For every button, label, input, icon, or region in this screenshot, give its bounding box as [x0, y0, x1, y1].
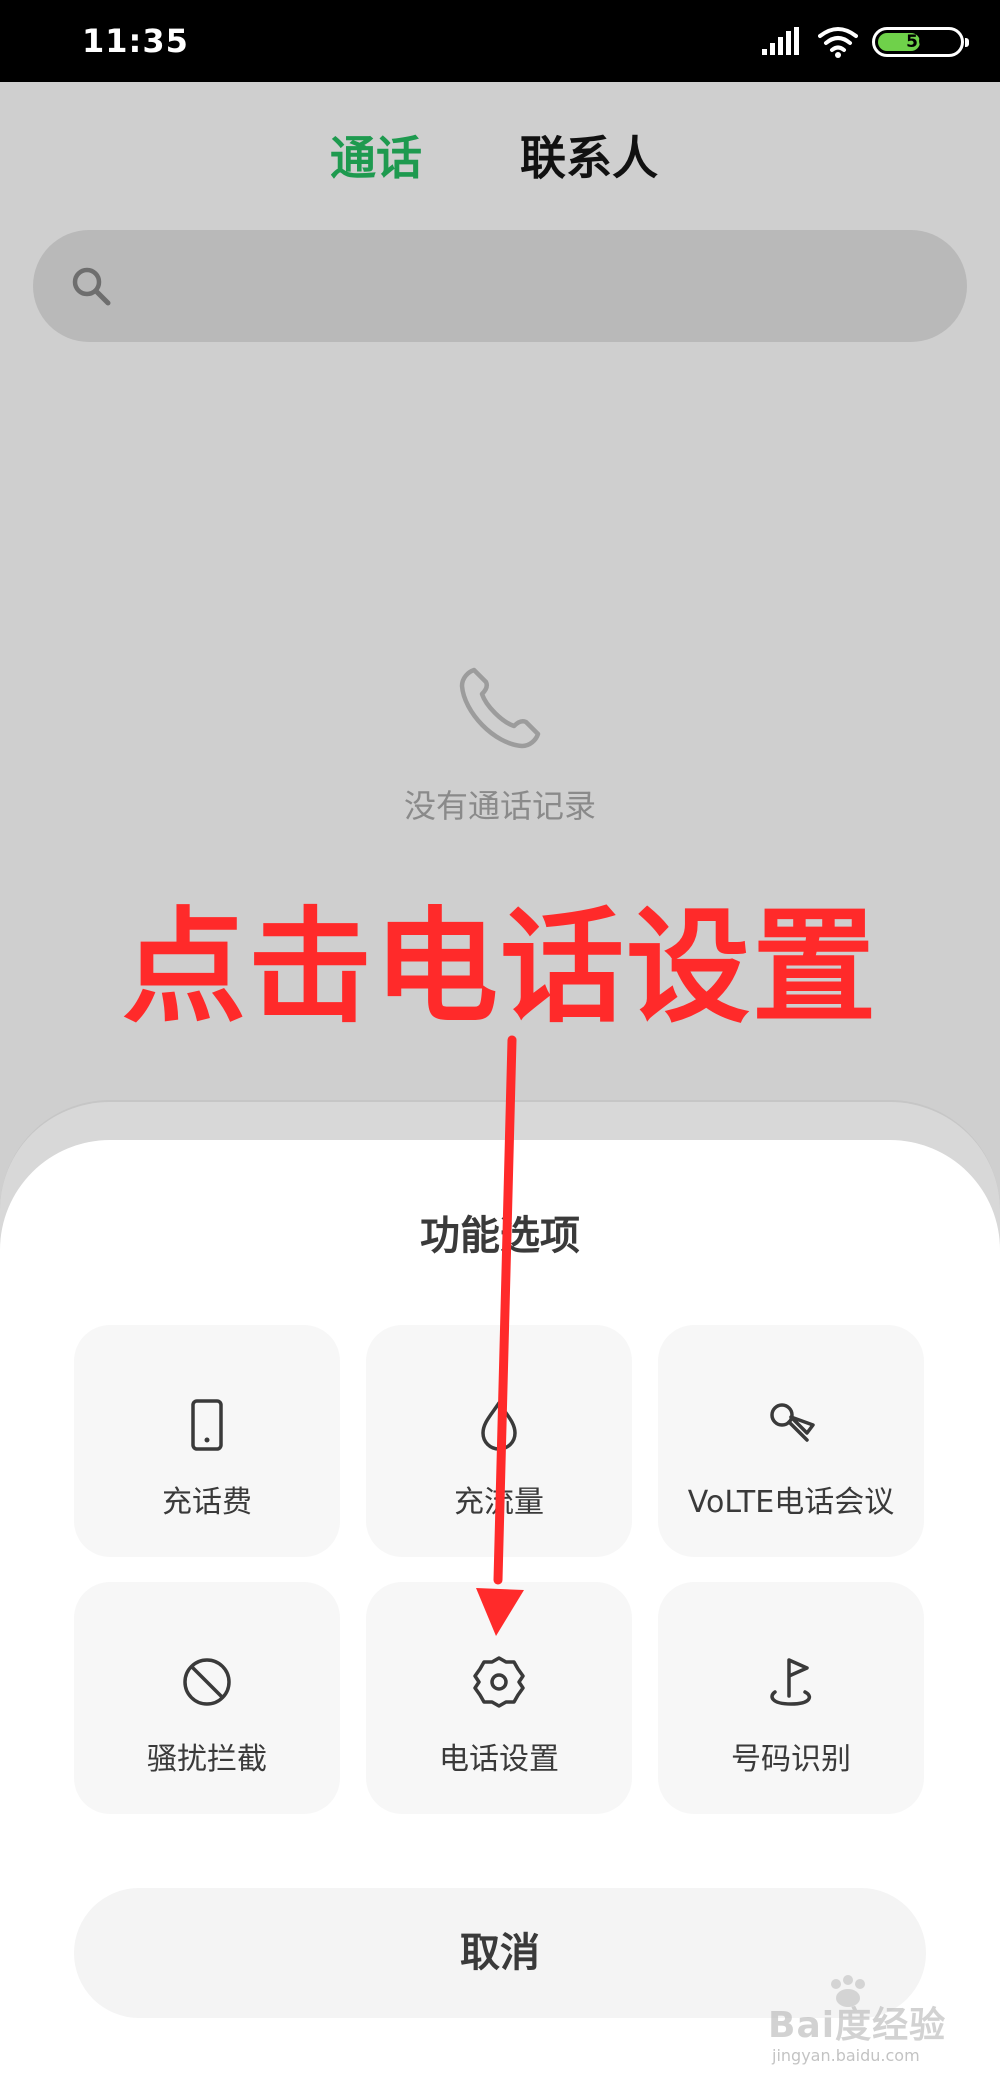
- data-drop-icon: [481, 1401, 517, 1451]
- status-time: 11:35: [82, 22, 189, 60]
- search-icon: [72, 267, 111, 306]
- phone-icon: [459, 667, 541, 749]
- battery-icon: 56: [872, 27, 969, 57]
- block-icon: [183, 1658, 231, 1706]
- option-label: 电话设置: [439, 1742, 559, 1777]
- option-label: 骚扰拦截: [147, 1742, 267, 1777]
- option-spam-block[interactable]: 骚扰拦截: [74, 1582, 340, 1814]
- function-options-sheet: 功能选项 充话费 充流量 VoLTE电话会议 骚扰拦截 电话设置 号码识别 取消: [0, 1140, 1000, 2081]
- status-icons: 56: [762, 24, 969, 60]
- empty-state-text: 没有通话记录: [403, 787, 596, 825]
- option-label: 充流量: [454, 1485, 544, 1520]
- tab-calls[interactable]: 通话: [330, 118, 422, 198]
- flag-location-icon: [770, 1658, 812, 1706]
- option-label: 充话费: [162, 1485, 252, 1520]
- option-label: VoLTE电话会议: [687, 1485, 895, 1520]
- battery-tip: [965, 38, 969, 47]
- search-bar[interactable]: [33, 230, 967, 342]
- conference-call-icon: [770, 1403, 815, 1442]
- sheet-title: 功能选项: [420, 1213, 580, 1259]
- battery-level: 56: [906, 32, 930, 52]
- empty-state: 没有通话记录: [0, 660, 1000, 830]
- wifi-icon: [818, 27, 858, 58]
- tab-bar: 通话 联系人: [0, 118, 1000, 198]
- option-label: 号码识别: [731, 1742, 851, 1777]
- signal-icon: [762, 27, 799, 55]
- option-recharge-credit[interactable]: 充话费: [74, 1325, 340, 1557]
- tab-contacts[interactable]: 联系人: [520, 118, 658, 198]
- annotation-text: 点击电话设置: [121, 896, 878, 1040]
- cancel-button[interactable]: 取消: [74, 1888, 926, 2018]
- mobile-phone-icon: [191, 1399, 223, 1451]
- option-volte-conference[interactable]: VoLTE电话会议: [658, 1325, 924, 1557]
- option-number-identification[interactable]: 号码识别: [658, 1582, 924, 1814]
- option-phone-settings[interactable]: 电话设置: [366, 1582, 632, 1814]
- gear-icon: [473, 1656, 525, 1708]
- status-bar: 11:35 56: [0, 0, 1000, 82]
- option-recharge-data[interactable]: 充流量: [366, 1325, 632, 1557]
